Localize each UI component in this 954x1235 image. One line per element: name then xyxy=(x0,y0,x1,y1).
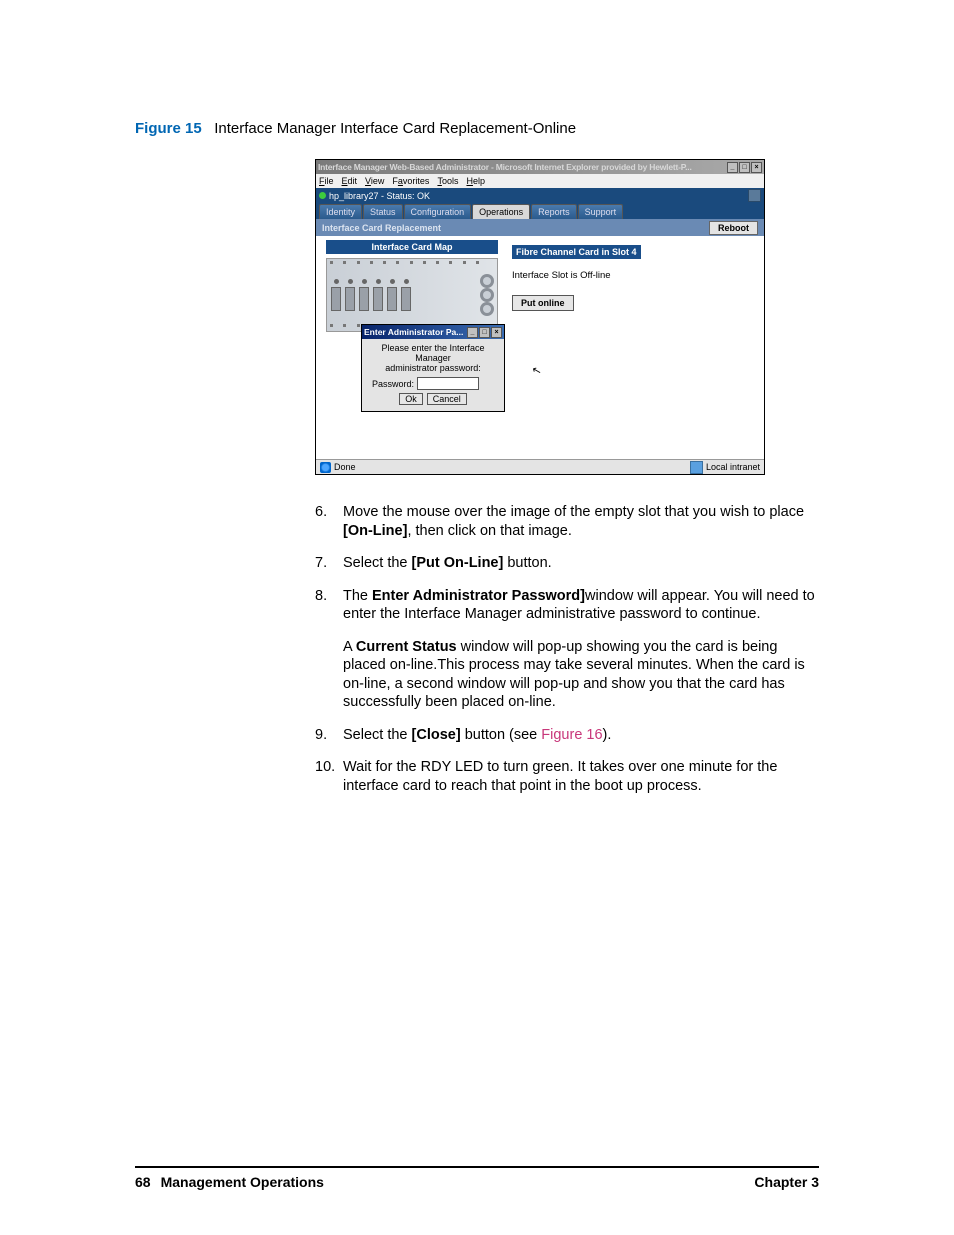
dialog-title: Enter Administrator Pa... xyxy=(364,327,463,337)
menu-bar: File Edit View Favorites Tools Help xyxy=(316,174,764,188)
ie-icon xyxy=(320,462,331,473)
tab-bar: Identity Status Configuration Operations… xyxy=(316,203,764,219)
menu-file[interactable]: File xyxy=(319,176,334,186)
dialog-minimize-icon[interactable]: _ xyxy=(467,327,478,338)
dialog-msg-1: Please enter the Interface Manager xyxy=(381,343,484,363)
tab-identity[interactable]: Identity xyxy=(319,204,362,219)
step-7: 7. Select the [Put On-Line] button. xyxy=(315,554,819,573)
step-10: 10. Wait for the RDY LED to turn green. … xyxy=(315,758,819,795)
menu-help[interactable]: Help xyxy=(466,176,485,186)
slot-icon[interactable] xyxy=(400,262,412,328)
password-input[interactable] xyxy=(417,377,479,390)
window-titlebar: Interface Manager Web-Based Administrato… xyxy=(316,160,764,174)
tab-status[interactable]: Status xyxy=(363,204,403,219)
step-9: 9. Select the [Close] button (see Figure… xyxy=(315,726,819,745)
menu-tools[interactable]: Tools xyxy=(437,176,458,186)
status-square-icon xyxy=(748,189,761,202)
gear-icon xyxy=(480,302,494,316)
gear-icon xyxy=(480,274,494,288)
interface-card-map[interactable] xyxy=(326,258,498,332)
maximize-icon[interactable]: □ xyxy=(739,162,750,173)
tab-operations[interactable]: Operations xyxy=(472,204,530,219)
ok-button[interactable]: Ok xyxy=(399,393,423,405)
info-header: Fibre Channel Card in Slot 4 xyxy=(512,245,641,259)
slot-icon[interactable] xyxy=(372,262,384,328)
page-footer: 68 Management Operations Chapter 3 xyxy=(135,1158,819,1190)
slot-icon[interactable] xyxy=(344,262,356,328)
gear-icon xyxy=(480,288,494,302)
menu-edit[interactable]: Edit xyxy=(342,176,358,186)
figure-caption: Figure 15 Interface Manager Interface Ca… xyxy=(135,120,819,137)
status-led-icon xyxy=(319,192,326,199)
cancel-button[interactable]: Cancel xyxy=(427,393,467,405)
figure-title: Interface Manager Interface Card Replace… xyxy=(214,120,576,137)
step-8: 8. The Enter Administrator Password]wind… xyxy=(315,587,819,712)
figure-16-link[interactable]: Figure 16 xyxy=(541,727,602,743)
tab-support[interactable]: Support xyxy=(578,204,624,219)
tab-configuration[interactable]: Configuration xyxy=(404,204,472,219)
screenshot: Interface Manager Web-Based Administrato… xyxy=(315,159,765,475)
status-done: Done xyxy=(334,462,356,472)
content-body: Interface Card Map xyxy=(316,236,764,473)
footer-section: Management Operations xyxy=(161,1174,324,1190)
reboot-button[interactable]: Reboot xyxy=(709,221,758,235)
cursor-icon: ↖ xyxy=(530,363,542,378)
figure-number: Figure 15 xyxy=(135,120,202,137)
browser-statusbar: Done Local intranet xyxy=(316,459,764,474)
menu-view[interactable]: View xyxy=(365,176,384,186)
password-label: Password: xyxy=(372,379,414,389)
dialog-close-icon[interactable]: × xyxy=(491,327,502,338)
status-text: hp_library27 - Status: OK xyxy=(329,191,430,201)
minimize-icon[interactable]: _ xyxy=(727,162,738,173)
dialog-maximize-icon[interactable]: □ xyxy=(479,327,490,338)
map-header: Interface Card Map xyxy=(326,240,498,254)
slot-icon[interactable] xyxy=(330,262,342,328)
step-6: 6. Move the mouse over the image of the … xyxy=(315,503,819,540)
put-online-button[interactable]: Put online xyxy=(512,295,574,311)
status-zone: Local intranet xyxy=(706,462,760,472)
dialog-msg-2: administrator password: xyxy=(385,363,481,373)
close-icon[interactable]: × xyxy=(751,162,762,173)
step-list: 6. Move the mouse over the image of the … xyxy=(315,503,819,796)
window-title: Interface Manager Web-Based Administrato… xyxy=(318,162,692,172)
slot-icon[interactable] xyxy=(358,262,370,328)
page-number: 68 xyxy=(135,1174,151,1190)
slot-icon[interactable] xyxy=(386,262,398,328)
menu-favorites[interactable]: Favorites xyxy=(392,176,429,186)
status-bar: hp_library27 - Status: OK xyxy=(316,188,764,203)
info-text: Interface Slot is Off-line xyxy=(512,270,756,281)
intranet-icon xyxy=(690,461,703,474)
tab-reports[interactable]: Reports xyxy=(531,204,577,219)
subbar-title: Interface Card Replacement xyxy=(322,223,441,233)
footer-chapter: Chapter 3 xyxy=(754,1174,819,1190)
password-dialog: Enter Administrator Pa... _ □ × Please e… xyxy=(361,324,505,412)
sub-bar: Interface Card Replacement Reboot xyxy=(316,219,764,236)
